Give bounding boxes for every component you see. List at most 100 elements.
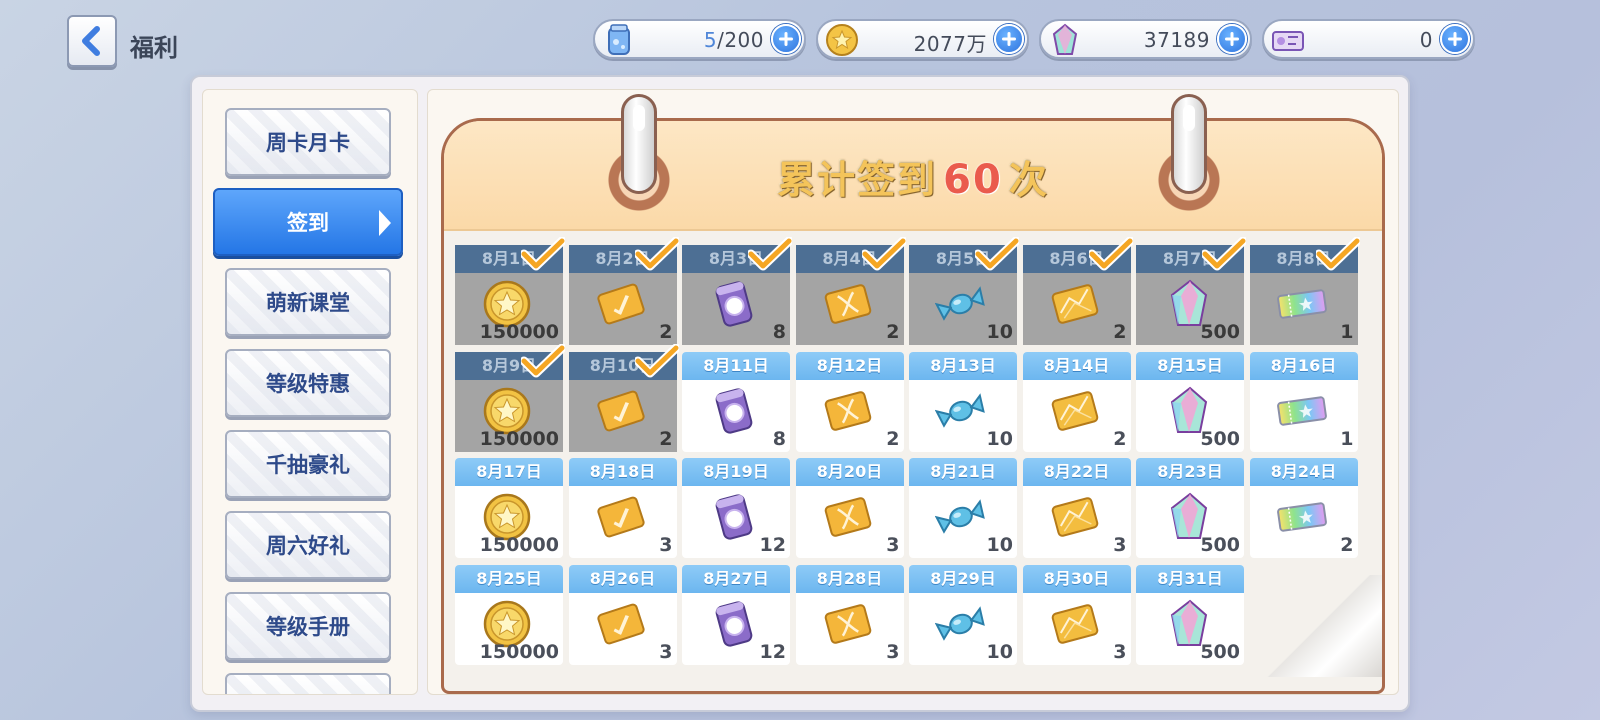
day-reward-cell[interactable]: 8月31日 500	[1136, 564, 1244, 665]
sidebar-item-partial[interactable]	[225, 673, 391, 694]
rainbow-ticket-icon	[1276, 492, 1328, 542]
day-date-label: 8月18日	[568, 458, 677, 486]
day-reward-cell[interactable]: 8月13日 10	[909, 351, 1017, 452]
day-date-label: 8月22日	[1022, 458, 1131, 486]
day-reward-cell[interactable]: 8月8日 1	[1249, 236, 1361, 345]
sidebar-item-newbie-class[interactable]: 萌新课堂	[225, 268, 391, 336]
day-reward-body: 500	[1136, 486, 1244, 558]
day-date-label: 8月14日	[1022, 351, 1131, 380]
day-reward-cell[interactable]: 8月15日 500	[1136, 351, 1244, 452]
calendar-title: 累计签到 60 次	[444, 149, 1382, 204]
day-date-label: 8月23日	[1136, 458, 1244, 486]
gold-card-icon	[1049, 279, 1101, 329]
sidebar-item-saturday-gift[interactable]: 周六好礼	[225, 511, 391, 579]
day-reward-body: 2	[568, 273, 677, 345]
crystal-counter: 37189	[1039, 19, 1252, 59]
rainbow-ticket-icon	[1276, 386, 1328, 436]
sidebar-item-level-handbook[interactable]: 等级手册	[225, 592, 391, 660]
sidebar-item-level-deals[interactable]: 等级特惠	[225, 349, 391, 417]
gold-counter: 2077万	[816, 19, 1029, 59]
dna-card-icon	[822, 279, 874, 329]
day-reward-cell[interactable]: 8月30日 3	[1022, 564, 1131, 665]
day-reward-cell[interactable]: 8月7日 500	[1136, 236, 1248, 345]
candy-icon	[934, 492, 987, 542]
day-reward-cell[interactable]: 8月24日 2	[1249, 458, 1358, 558]
title-prefix: 累计签到	[777, 158, 938, 202]
gold-coin-icon	[826, 24, 858, 56]
day-reward-cell[interactable]: 8月12日 2	[795, 351, 904, 452]
day-reward-cell[interactable]: 8月29日 10	[909, 564, 1017, 665]
day-reward-cell[interactable]: 8月18日 3	[568, 458, 677, 558]
day-reward-cell[interactable]: 8月16日 1	[1249, 351, 1358, 452]
reward-quantity: 2	[659, 427, 673, 450]
add-stamina-button[interactable]	[771, 24, 801, 54]
reward-quantity: 12	[759, 534, 786, 556]
day-reward-cell[interactable]: 8月10日 2	[568, 343, 680, 452]
back-button[interactable]	[67, 15, 117, 67]
day-reward-body: 10	[909, 593, 1017, 665]
day-reward-cell[interactable]: 8月19日 12	[682, 458, 790, 558]
checkmark-icon	[860, 236, 907, 271]
reward-quantity: 150000	[479, 640, 559, 663]
dna-card-icon	[822, 599, 874, 649]
reward-quantity: 12	[759, 640, 786, 663]
reward-quantity: 2	[1340, 534, 1354, 556]
day-reward-cell[interactable]: 8月3日 8	[682, 236, 794, 345]
day-reward-cell[interactable]: 8月2日 2	[568, 236, 680, 345]
candy-icon	[934, 386, 987, 436]
day-reward-body: 500	[1136, 273, 1244, 345]
day-date-label: 8月25日	[455, 564, 563, 593]
day-reward-body: 3	[1023, 593, 1131, 665]
day-reward-body: 8	[682, 380, 790, 452]
rainbow-ticket-icon	[1276, 279, 1328, 329]
day-reward-cell[interactable]: 8月25日 150000	[455, 564, 563, 665]
day-date-label: 8月13日	[909, 351, 1017, 380]
sidebar-item-thousand-draws[interactable]: 千抽豪礼	[225, 430, 391, 498]
day-reward-cell[interactable]: 8月11日 8	[682, 351, 790, 452]
day-reward-cell[interactable]: 8月26日 3	[568, 564, 677, 665]
day-reward-cell[interactable]: 8月1日 150000	[455, 236, 567, 345]
day-reward-cell[interactable]: 8月17日 150000	[455, 458, 563, 558]
reward-quantity: 500	[1200, 321, 1240, 343]
sidebar-item-label: 周卡月卡	[266, 131, 350, 155]
sidebar-item-label: 等级手册	[266, 615, 350, 639]
day-reward-cell[interactable]: 8月20日 3	[795, 458, 904, 558]
day-reward-cell[interactable]: 8月4日 2	[795, 236, 907, 345]
day-reward-body: 150000	[455, 379, 563, 452]
gold-card-icon	[1049, 599, 1101, 649]
sidebar-item-label: 千抽豪礼	[266, 453, 350, 477]
add-gold-button[interactable]	[994, 24, 1024, 54]
day-reward-cell[interactable]: 8月6日 2	[1022, 236, 1134, 345]
day-reward-body: 8	[682, 273, 790, 345]
add-ticket-button[interactable]	[1440, 24, 1470, 54]
day-reward-cell[interactable]: 8月27日 12	[682, 564, 790, 665]
day-reward-cell[interactable]: 8月22日 3	[1022, 458, 1131, 558]
day-date-label: 8月31日	[1136, 564, 1244, 593]
day-reward-cell[interactable]: 8月5日 10	[909, 236, 1021, 345]
dna-card-icon	[822, 386, 874, 436]
day-reward-body: 12	[682, 593, 790, 665]
day-reward-body: 12	[682, 486, 790, 558]
day-reward-cell[interactable]: 8月28日 3	[795, 564, 904, 665]
day-reward-cell[interactable]: 8月9日 150000	[455, 343, 567, 452]
ticket-counter: 0	[1262, 19, 1475, 59]
day-reward-body: 150000	[455, 486, 563, 558]
sidebar-item-weekly-monthly-card[interactable]: 周卡月卡	[225, 108, 391, 176]
reward-quantity: 8	[772, 321, 786, 343]
reward-quantity: 3	[659, 640, 673, 663]
candy-icon	[934, 599, 987, 649]
calendar-header: 累计签到 60 次	[444, 121, 1382, 231]
reward-quantity: 150000	[479, 321, 559, 343]
day-reward-cell[interactable]: 8月14日 2	[1022, 351, 1131, 452]
ticket-value: 0	[1419, 28, 1433, 52]
day-reward-cell[interactable]: 8月23日 500	[1136, 458, 1244, 558]
day-reward-body: 10	[909, 380, 1017, 452]
day-reward-cell[interactable]: 8月21日 10	[909, 458, 1017, 558]
day-date-label: 8月30日	[1022, 564, 1131, 593]
sidebar-item-sign-in[interactable]: 签到	[213, 188, 403, 256]
day-reward-body: 10	[909, 486, 1017, 558]
reward-quantity: 2	[659, 321, 673, 343]
add-crystal-button[interactable]	[1217, 24, 1247, 54]
reward-quantity: 500	[1200, 427, 1240, 450]
day-date-label: 8月16日	[1249, 351, 1358, 380]
